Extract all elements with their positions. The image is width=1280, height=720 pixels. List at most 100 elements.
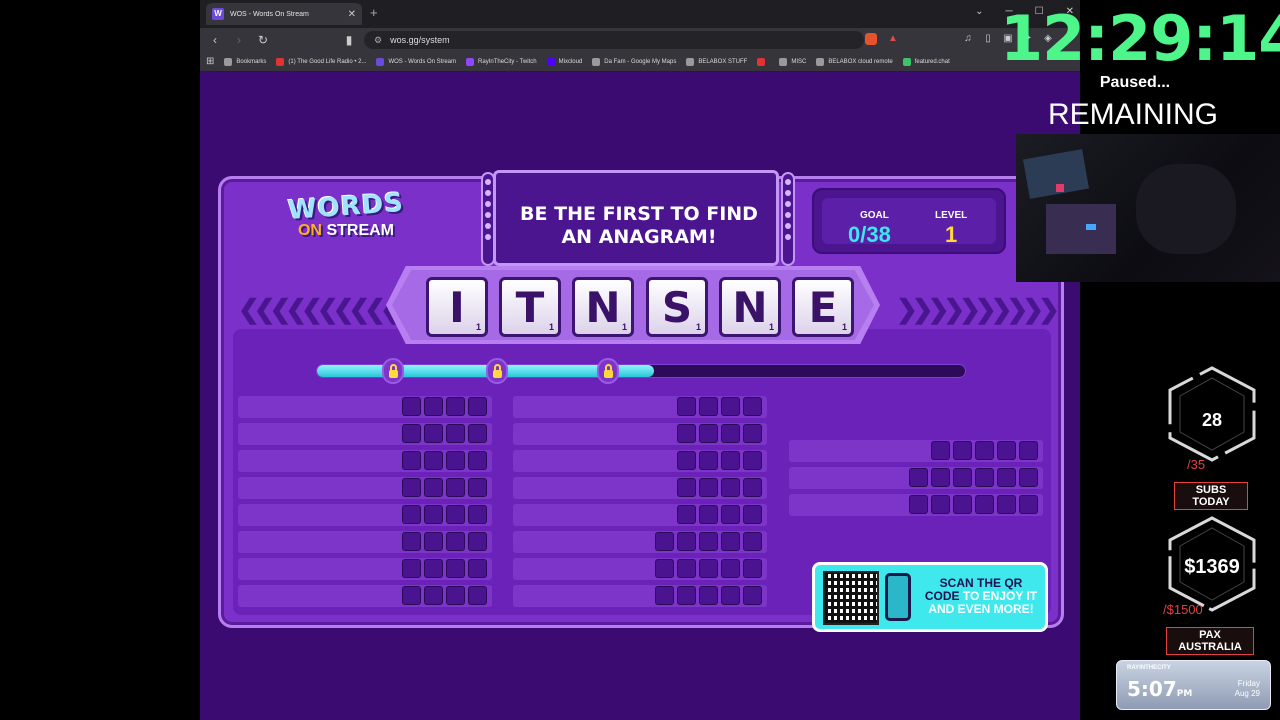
bookmark-label: featured.chat: [914, 58, 950, 65]
letter-slot: [424, 532, 443, 551]
bookmark-label: RayInTheCity - Twitch: [478, 58, 537, 65]
tile-letter: E: [808, 283, 838, 332]
letter-slot: [997, 495, 1016, 514]
url-text[interactable]: wos.gg/system: [390, 35, 450, 45]
close-tab-icon[interactable]: ✕: [348, 9, 356, 20]
widget-time: 5:07PM: [1127, 677, 1192, 701]
bookmark-item[interactable]: MISC: [779, 57, 807, 66]
letter-slot: [655, 532, 674, 551]
letter-slot: [931, 441, 950, 460]
letter-slot: [677, 559, 696, 578]
brave-shield-icon[interactable]: [865, 33, 877, 45]
tab-wos[interactable]: W WOS - Words On Stream ✕: [206, 3, 362, 25]
letter-slot: [446, 559, 465, 578]
letter-slot: [468, 478, 487, 497]
brave-rewards-icon[interactable]: ▲: [888, 33, 898, 44]
progress-track: [316, 364, 966, 378]
bookmark-item[interactable]: Da Fam - Google My Maps: [592, 57, 676, 66]
bookmark-favicon-icon: [757, 57, 766, 66]
back-icon[interactable]: ‹: [208, 33, 222, 47]
bookmark-favicon-icon: [466, 57, 475, 66]
bookmark-label: MISC: [791, 58, 807, 65]
pax-australia-badge: PAX AUSTRALIA: [1166, 627, 1254, 655]
bookmark-item[interactable]: (1) The Good Life Radio • 2...: [276, 57, 367, 66]
letter-slot: [953, 468, 972, 487]
letter-slot: [424, 424, 443, 443]
tile-letter: T: [515, 283, 545, 332]
bookmark-item[interactable]: [757, 57, 769, 66]
media-icon[interactable]: ♫: [962, 33, 974, 45]
letter-slot: [446, 532, 465, 551]
letter-slot: [446, 478, 465, 497]
apps-icon[interactable]: ⊞: [206, 56, 214, 67]
chevrons-left-icon: ❮❮❮❮❮❮❮❮❮❮: [238, 294, 402, 324]
bookmarks-bar: ⊞ Bookmarks (1) The Good Life Radio • 2..…: [200, 52, 1080, 72]
widget-day: Friday: [1237, 679, 1260, 688]
letter-slot: [468, 586, 487, 605]
letter-slot: [699, 505, 718, 524]
phone-icon: [885, 573, 911, 621]
tile-score: 1: [475, 322, 481, 332]
letter-slot: [699, 397, 718, 416]
instruction-banner: BE THE FIRST TO FIND AN ANAGRAM!: [493, 170, 779, 266]
webcam-feed: [1016, 134, 1280, 282]
bookmark-label: Bookmarks: [236, 58, 267, 65]
bookmark-item[interactable]: BELABOX STUFF: [686, 57, 748, 66]
bookmark-item[interactable]: WOS - Words On Stream: [376, 57, 456, 66]
forward-icon[interactable]: ›: [232, 33, 246, 47]
letter-slot: [468, 451, 487, 470]
letter-slot: [997, 468, 1016, 487]
bookmark-icon[interactable]: ▮: [342, 33, 356, 47]
new-tab-icon[interactable]: +: [370, 5, 378, 20]
lock-icon: [382, 358, 404, 384]
bookmark-label: (1) The Good Life Radio • 2...: [288, 58, 367, 65]
bookmark-label: BELABOX cloud remote: [828, 58, 893, 65]
sidebar-icon[interactable]: ▯: [982, 33, 994, 45]
reload-icon[interactable]: ↻: [256, 33, 270, 47]
letter-slot: [975, 441, 994, 460]
subs-today-badge: SUBS TODAY: [1174, 482, 1248, 510]
bookmark-favicon-icon: [902, 57, 911, 66]
bookmark-favicon-icon: [276, 57, 285, 66]
bookmark-label: BELABOX STUFF: [698, 58, 748, 65]
letter-slot: [721, 505, 740, 524]
tile-score: 1: [621, 322, 627, 332]
tile-score: 1: [695, 322, 701, 332]
letter-tile: T1: [499, 277, 561, 337]
letter-slot: [931, 495, 950, 514]
letter-tile: I1: [426, 277, 488, 337]
letter-slot: [677, 424, 696, 443]
letter-slot: [699, 586, 718, 605]
letter-slot: [677, 586, 696, 605]
site-settings-icon[interactable]: ⚙: [374, 35, 382, 46]
letter-slot: [975, 468, 994, 487]
qr-promo-text: SCAN THE QR CODE TO ENJOY IT AND EVEN MO…: [919, 577, 1043, 616]
bookmark-item[interactable]: RayInTheCity - Twitch: [466, 57, 537, 66]
letter-slot: [655, 559, 674, 578]
chevron-down-icon[interactable]: ⌄: [975, 6, 983, 17]
letter-slot: [677, 451, 696, 470]
letter-slot: [953, 495, 972, 514]
letter-slot: [699, 478, 718, 497]
tile-score: 1: [768, 322, 774, 332]
subs-goal: /35: [1187, 457, 1206, 472]
widget-time-value: 5:07: [1127, 677, 1177, 701]
remaining-label: REMAINING: [1047, 98, 1218, 131]
lock-icon: [486, 358, 508, 384]
widget-date-value: Aug 29: [1234, 689, 1260, 698]
letter-tile: N1: [719, 277, 781, 337]
letter-tile: N1: [572, 277, 634, 337]
logo-words: WORDS: [287, 187, 405, 227]
letter-slot: [721, 451, 740, 470]
bookmark-item[interactable]: BELABOX cloud remote: [816, 57, 893, 66]
bookmark-favicon-icon: [592, 57, 601, 66]
qr-promo-panel: SCAN THE QR CODE TO ENJOY IT AND EVEN MO…: [812, 562, 1048, 632]
instruction-text: BE THE FIRST TO FIND AN ANAGRAM!: [520, 203, 758, 248]
url-bar[interactable]: ⚙ wos.gg/system: [364, 31, 864, 49]
letter-slot: [446, 451, 465, 470]
bookmark-item[interactable]: featured.chat: [902, 57, 950, 66]
bookmark-item[interactable]: Bookmarks: [224, 57, 267, 66]
tile-score: 1: [841, 322, 847, 332]
letter-slot: [446, 397, 465, 416]
bookmark-item[interactable]: Mixcloud: [546, 57, 582, 66]
